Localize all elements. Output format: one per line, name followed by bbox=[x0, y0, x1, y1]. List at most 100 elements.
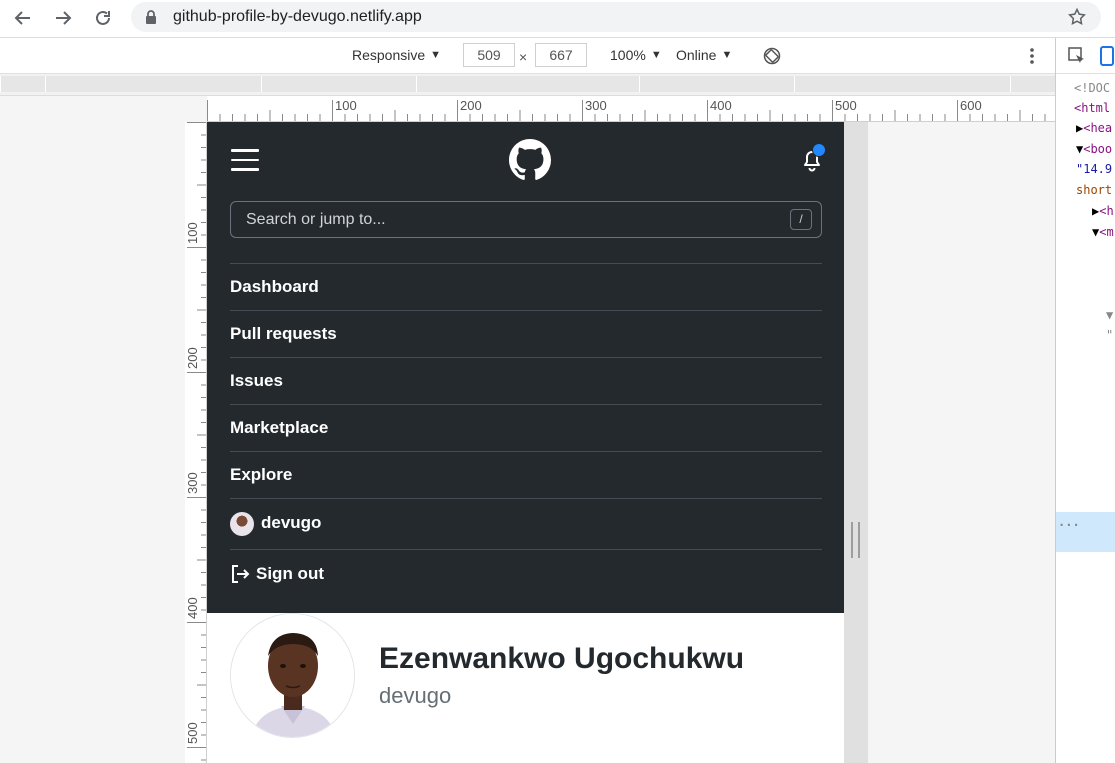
dom-line-tag: <m bbox=[1099, 225, 1114, 239]
profile-photo bbox=[231, 614, 354, 737]
profile-name: Ezenwankwo Ugochukwu bbox=[379, 642, 745, 675]
ruler-label: 100 bbox=[185, 222, 200, 244]
media-query-segment[interactable] bbox=[261, 76, 416, 92]
dom-line[interactable]: "14.9 bbox=[1076, 162, 1112, 176]
menu-item-label: Issues bbox=[230, 371, 283, 390]
menu-item-user[interactable]: devugo bbox=[230, 498, 822, 549]
reload-button[interactable] bbox=[89, 4, 117, 32]
menu-item-explore[interactable]: Explore bbox=[230, 451, 822, 498]
ruler-label: 600 bbox=[960, 98, 982, 113]
zoom-select[interactable]: 100% ▼ bbox=[610, 47, 662, 63]
arrow-right-icon bbox=[56, 11, 72, 25]
media-query-segment[interactable] bbox=[416, 76, 639, 92]
devtools-panel: <!DOC <html ▶<hea ▼<boo "14.9 short ▶<h … bbox=[1055, 38, 1115, 763]
media-query-bar[interactable] bbox=[0, 74, 1055, 96]
ruler-label: 200 bbox=[185, 347, 200, 369]
notification-dot bbox=[812, 143, 826, 157]
media-query-segment[interactable] bbox=[1010, 76, 1055, 92]
dropdown-triangle-icon: ▼ bbox=[721, 49, 733, 61]
resize-strip bbox=[844, 122, 868, 763]
ruler-label: 300 bbox=[185, 472, 200, 494]
menu-item-label: Sign out bbox=[256, 564, 324, 583]
search-input[interactable]: Search or jump to... / bbox=[230, 201, 822, 238]
dom-line-tag: <hea bbox=[1083, 121, 1113, 135]
dom-line[interactable]: ▼<m bbox=[1092, 225, 1114, 239]
search-placeholder: Search or jump to... bbox=[246, 211, 386, 228]
dom-line[interactable]: ▶<h bbox=[1092, 204, 1114, 218]
avatar bbox=[230, 512, 254, 536]
reload-icon bbox=[96, 10, 110, 25]
device-select[interactable]: Responsive ▼ bbox=[352, 47, 441, 63]
dom-line[interactable]: ▼<boo bbox=[1076, 142, 1112, 156]
devtools-toolbar bbox=[1056, 38, 1115, 74]
device-toggle-icon[interactable] bbox=[1100, 46, 1115, 66]
menu-item-label: Marketplace bbox=[230, 418, 329, 437]
left-ruler: 100 200 300 400 500 bbox=[185, 122, 207, 763]
emulated-page: Search or jump to... / Dashboard Pull re… bbox=[207, 122, 844, 763]
header-menu: Dashboard Pull requests Issues Marketpla… bbox=[230, 263, 822, 596]
more-options-icon[interactable] bbox=[1024, 47, 1040, 65]
throttle-select[interactable]: Online ▼ bbox=[676, 47, 732, 63]
menu-item-label: Explore bbox=[230, 465, 293, 484]
menu-item-issues[interactable]: Issues bbox=[230, 357, 822, 404]
left-ruler-ticks: 100 200 300 400 500 bbox=[185, 122, 206, 761]
back-button[interactable] bbox=[9, 4, 37, 32]
dimension-separator: × bbox=[519, 49, 528, 65]
dom-line[interactable]: <html bbox=[1074, 101, 1110, 115]
search-shortcut-key: / bbox=[790, 209, 812, 230]
hamburger-menu-icon[interactable] bbox=[231, 149, 259, 171]
top-ruler: 100 200 300 400 500 600 bbox=[207, 96, 1055, 122]
browser-toolbar: github-profile-by-devugo.netlify.app bbox=[0, 0, 1115, 38]
dom-line[interactable]: short bbox=[1076, 183, 1112, 197]
width-input[interactable]: 509 bbox=[463, 43, 515, 67]
menu-item-label: Pull requests bbox=[230, 324, 337, 343]
device-select-label: Responsive bbox=[352, 47, 426, 63]
dom-line-tag: <boo bbox=[1083, 142, 1113, 156]
dom-line[interactable]: <!DOC bbox=[1074, 81, 1110, 95]
menu-item-pull-requests[interactable]: Pull requests bbox=[230, 310, 822, 357]
dropdown-triangle-icon: ▼ bbox=[650, 49, 662, 61]
menu-item-username: devugo bbox=[261, 513, 322, 532]
ruler-label: 300 bbox=[585, 98, 607, 113]
collapse-arrow-icon[interactable]: ▼ bbox=[1106, 308, 1113, 322]
url-text: github-profile-by-devugo.netlify.app bbox=[173, 8, 422, 25]
github-header: Search or jump to... / Dashboard Pull re… bbox=[207, 122, 844, 613]
dom-ellipsis[interactable]: ... bbox=[1058, 515, 1080, 529]
ruler-label: 400 bbox=[710, 98, 732, 113]
dom-line-tag: <h bbox=[1099, 204, 1114, 218]
media-query-segment[interactable] bbox=[639, 76, 794, 92]
media-query-segment[interactable] bbox=[0, 76, 45, 92]
ruler-label: 500 bbox=[835, 98, 857, 113]
profile-login: devugo bbox=[379, 683, 452, 708]
lock-icon bbox=[146, 10, 156, 24]
inspect-element-icon[interactable] bbox=[1068, 47, 1086, 65]
top-ruler-ticks: 100 200 300 400 500 600 bbox=[207, 98, 1046, 121]
ruler-label: 100 bbox=[335, 98, 357, 113]
height-input[interactable]: 667 bbox=[535, 43, 587, 67]
ruler-label: 500 bbox=[185, 722, 200, 744]
menu-item-sign-out[interactable]: Sign out bbox=[230, 549, 822, 596]
sign-out-icon bbox=[232, 565, 250, 583]
arrow-left-icon bbox=[14, 11, 30, 25]
resize-handle[interactable] bbox=[851, 522, 860, 558]
media-query-segment[interactable] bbox=[794, 76, 1010, 92]
throttle-select-label: Online bbox=[676, 47, 717, 63]
zoom-select-label: 100% bbox=[610, 47, 646, 63]
dom-line[interactable]: ▶<hea bbox=[1076, 121, 1112, 135]
forward-button[interactable] bbox=[49, 4, 77, 32]
bookmark-star-icon[interactable] bbox=[1067, 7, 1087, 27]
media-query-segment[interactable] bbox=[45, 76, 261, 92]
profile-avatar bbox=[230, 613, 355, 738]
ruler-label: 400 bbox=[185, 597, 200, 619]
dropdown-triangle-icon: ▼ bbox=[430, 49, 442, 61]
rotate-icon[interactable] bbox=[762, 46, 782, 66]
menu-item-dashboard[interactable]: Dashboard bbox=[230, 263, 822, 310]
menu-item-label: Dashboard bbox=[230, 277, 319, 296]
device-toolbar: Responsive ▼ 509 × 667 100% ▼ Online ▼ bbox=[0, 38, 1055, 74]
canvas-outside bbox=[868, 122, 1055, 763]
github-logo-icon[interactable] bbox=[509, 139, 551, 181]
address-bar[interactable]: github-profile-by-devugo.netlify.app bbox=[131, 2, 1101, 32]
dom-line[interactable]: " bbox=[1106, 328, 1113, 342]
menu-item-marketplace[interactable]: Marketplace bbox=[230, 404, 822, 451]
ruler-label: 200 bbox=[460, 98, 482, 113]
